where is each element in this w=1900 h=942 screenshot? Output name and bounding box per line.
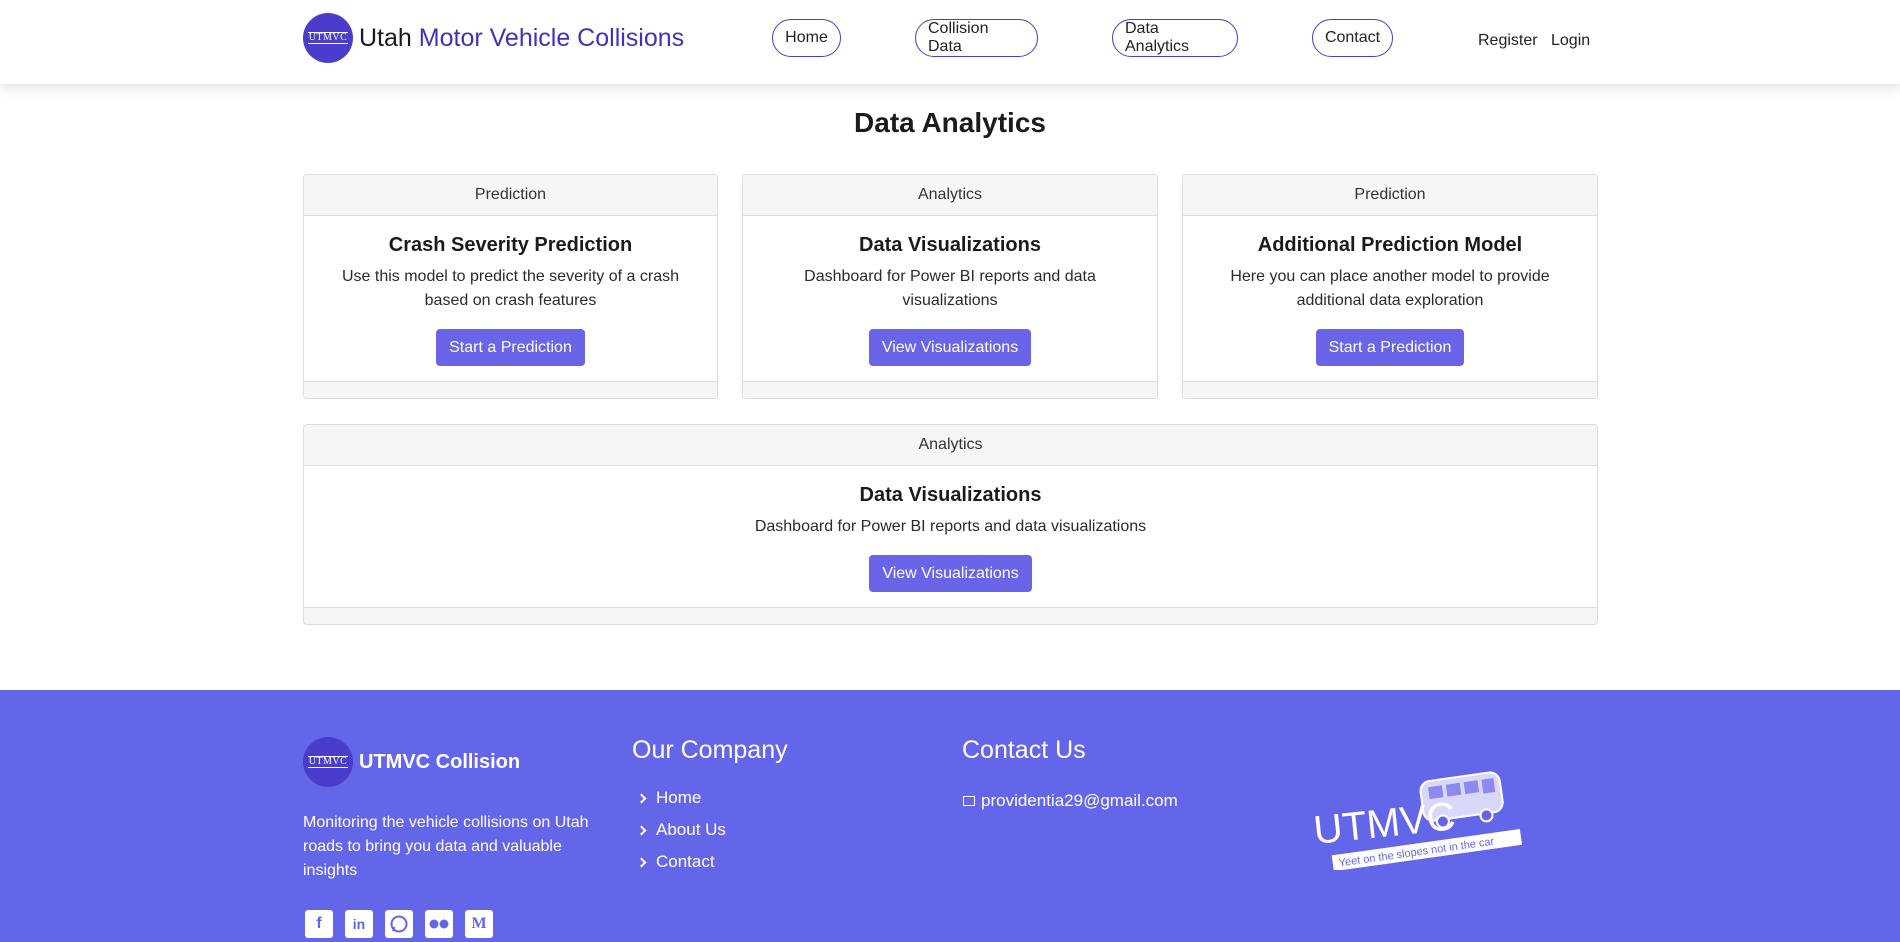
register-link[interactable]: Register bbox=[1478, 32, 1538, 50]
card-additional-prediction: Prediction Additional Prediction Model H… bbox=[1182, 174, 1598, 399]
utmvc-illustration: UTMVC Yeet on the slopes not in the car bbox=[1311, 770, 1532, 875]
social-links: f in M bbox=[305, 910, 493, 938]
card-text: Dashboard for Power BI reports and data … bbox=[754, 518, 1147, 535]
footer-brand: UTMVC UTMVC Collision bbox=[303, 737, 520, 787]
footer-link-home[interactable]: Home bbox=[636, 782, 726, 814]
card-title: Data Visualizations bbox=[859, 234, 1041, 256]
card-title: Data Visualizations bbox=[859, 484, 1042, 506]
card-category: Analytics bbox=[304, 425, 1597, 466]
card-category: Prediction bbox=[1183, 175, 1597, 216]
card-text: Dashboard for Power BI reports and data … bbox=[804, 268, 1096, 309]
contact-email[interactable]: providentia29@gmail.com bbox=[963, 791, 1178, 811]
card-data-visualizations: Analytics Data Visualizations Dashboard … bbox=[742, 174, 1158, 399]
linkedin-icon[interactable]: in bbox=[345, 910, 373, 938]
footer-link-contact[interactable]: Contact bbox=[636, 846, 726, 878]
whatsapp-icon[interactable] bbox=[385, 910, 413, 938]
nav-contact[interactable]: Contact bbox=[1312, 19, 1393, 57]
facebook-icon[interactable]: f bbox=[305, 910, 333, 938]
card-category: Analytics bbox=[743, 175, 1157, 216]
card-text: Use this model to predict the severity o… bbox=[341, 268, 680, 309]
footer-link-about[interactable]: About Us bbox=[636, 814, 726, 846]
site-header: UTMVC Utah Motor Vehicle Collisions Home… bbox=[0, 0, 1900, 84]
nav-home[interactable]: Home bbox=[772, 19, 841, 57]
medium-icon[interactable]: M bbox=[465, 910, 493, 938]
nav-collision-data[interactable]: Collision Data bbox=[915, 19, 1038, 57]
card-footer bbox=[304, 607, 1597, 624]
mail-icon bbox=[963, 796, 975, 806]
brand-link[interactable]: UTMVC Utah Motor Vehicle Collisions bbox=[303, 13, 684, 63]
site-footer: UTMVC UTMVC Collision Monitoring the veh… bbox=[0, 690, 1900, 942]
card-text: Here you can place another model to prov… bbox=[1230, 268, 1550, 309]
brand-title: Utah Motor Vehicle Collisions bbox=[359, 23, 685, 52]
company-heading: Our Company bbox=[632, 736, 788, 764]
chevron-right-icon bbox=[636, 793, 647, 803]
card-footer bbox=[304, 381, 717, 398]
start-prediction-button[interactable]: Start a Prediction bbox=[1315, 329, 1465, 366]
card-data-visualizations-wide: Analytics Data Visualizations Dashboard … bbox=[303, 424, 1598, 625]
card-crash-severity: Prediction Crash Severity Prediction Use… bbox=[303, 174, 718, 399]
login-link[interactable]: Login bbox=[1551, 32, 1590, 50]
card-title: Additional Prediction Model bbox=[1257, 234, 1523, 256]
nav-data-analytics[interactable]: Data Analytics bbox=[1112, 19, 1238, 57]
card-footer bbox=[743, 381, 1157, 398]
footer-brand-title: UTMVC Collision bbox=[359, 750, 521, 773]
card-footer bbox=[1183, 381, 1597, 398]
chevron-right-icon bbox=[636, 825, 647, 835]
contact-heading: Contact Us bbox=[962, 736, 1086, 764]
company-links: Home About Us Contact bbox=[636, 782, 726, 878]
start-prediction-button[interactable]: Start a Prediction bbox=[436, 329, 585, 366]
card-title: Crash Severity Prediction bbox=[388, 234, 633, 256]
logo-icon: UTMVC bbox=[303, 13, 353, 63]
footer-description: Monitoring the vehicle collisions on Uta… bbox=[303, 814, 589, 879]
view-visualizations-button[interactable]: View Visualizations bbox=[868, 329, 1032, 366]
chevron-right-icon bbox=[636, 857, 647, 867]
card-category: Prediction bbox=[304, 175, 717, 216]
flickr-icon[interactable] bbox=[425, 910, 453, 938]
view-visualizations-button[interactable]: View Visualizations bbox=[869, 555, 1032, 592]
logo-icon: UTMVC bbox=[303, 737, 353, 787]
page-title: Data Analytics bbox=[854, 107, 1046, 138]
